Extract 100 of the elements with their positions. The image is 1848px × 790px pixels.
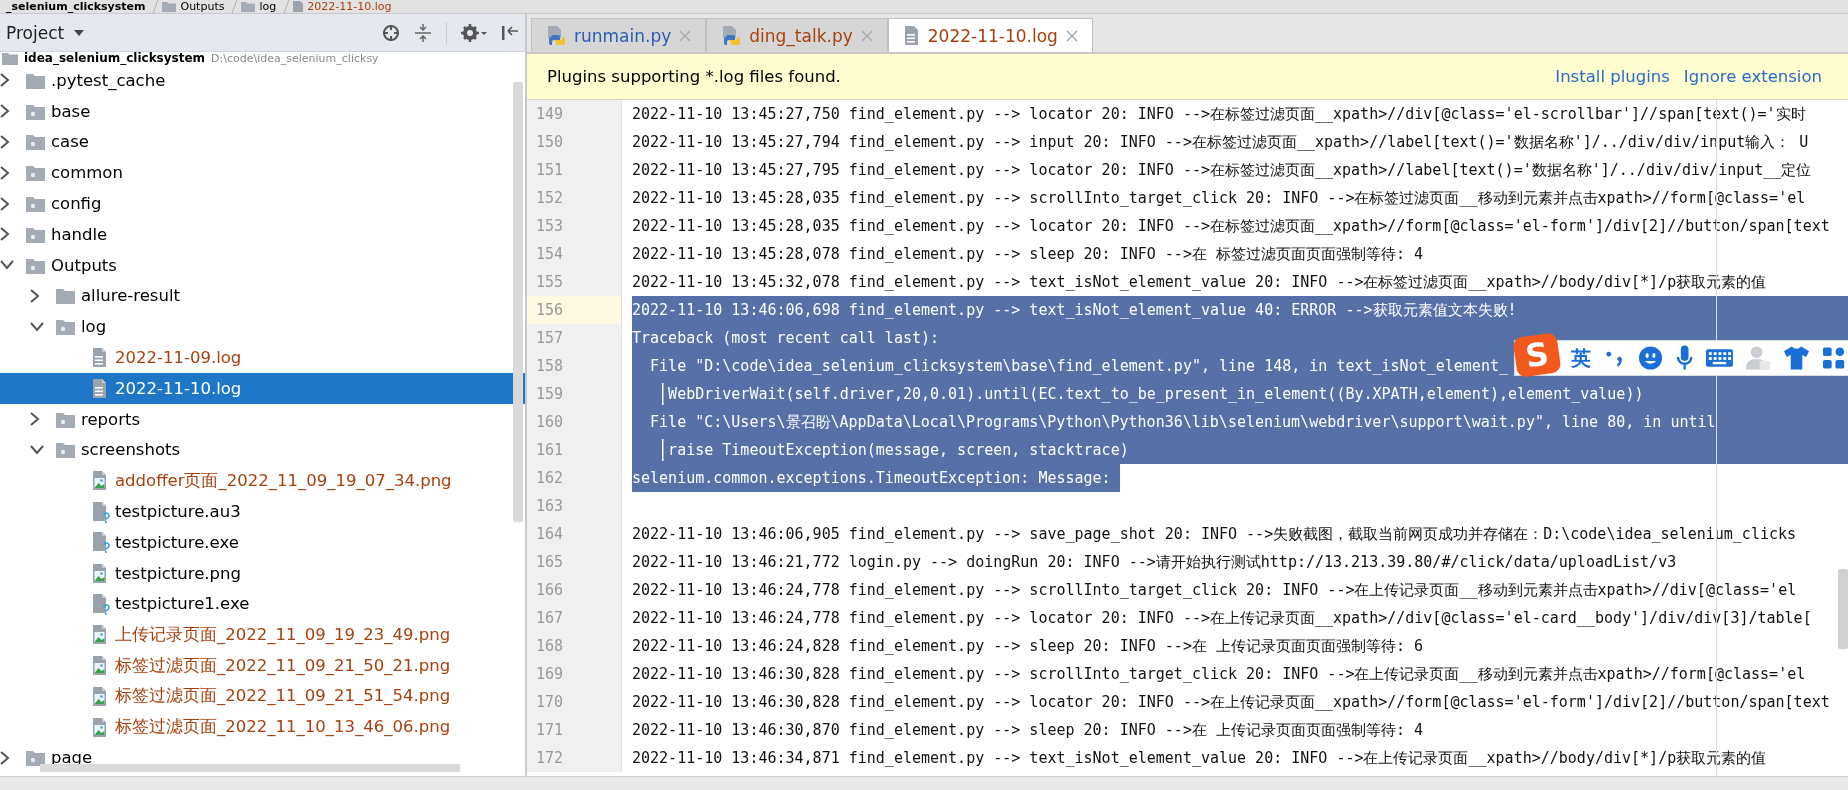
microphone-icon[interactable] bbox=[1675, 344, 1693, 372]
log-line: 2022-11-10 13:46:30,828 find_element.py --> scrollInto_target_click 20: INFO -->在上传记录页面__移动到元素并点击xpath>//form[@class='el bbox=[632, 664, 1806, 685]
tree-item[interactable]: testpicture.exe bbox=[0, 526, 525, 558]
editor-tab[interactable]: 2022-11-10.log bbox=[887, 18, 1093, 52]
line-number: 161 bbox=[527, 436, 622, 464]
image-file-icon bbox=[91, 470, 108, 492]
tree-item[interactable]: 2022-11-10.log bbox=[0, 372, 525, 404]
chevron-right-icon[interactable] bbox=[0, 73, 10, 88]
python-file-icon bbox=[721, 24, 742, 47]
line-number: 172 bbox=[527, 744, 622, 772]
text-file-icon bbox=[91, 347, 108, 369]
chevron-right-icon[interactable] bbox=[0, 135, 10, 149]
log-line: 2022-11-10 13:45:27,750 find_element.py --> locator 20: INFO -->在标签过滤页面__xpath>//div[@class='el-scrollbar']//span[text()='实时 bbox=[632, 104, 1806, 125]
chevron-right-icon[interactable] bbox=[0, 196, 10, 211]
tree-item[interactable]: 标签过滤页面_2022_11_10_13_46_06.png bbox=[0, 711, 525, 743]
text-file-icon bbox=[91, 377, 108, 399]
log-line: 2022-11-10 13:46:24,778 find_element.py --> locator 20: INFO -->在上传记录页面__xpath>//div[@class='el-card__body']/div/div[3]/table[ bbox=[632, 608, 1812, 629]
folder-icon bbox=[162, 1, 177, 12]
tree-item[interactable]: reports bbox=[0, 403, 525, 435]
tree-item[interactable]: screenshots bbox=[0, 434, 525, 466]
line-number: 167 bbox=[527, 604, 622, 632]
package-folder-icon bbox=[55, 440, 76, 460]
unknown-file-icon bbox=[91, 531, 110, 554]
crosshair-icon[interactable] bbox=[382, 23, 400, 42]
tree-item[interactable]: Outputs bbox=[0, 249, 525, 281]
breadcrumb[interactable]: Outputs bbox=[156, 0, 235, 13]
chevron-right-icon[interactable] bbox=[0, 165, 10, 180]
image-file-icon bbox=[91, 685, 108, 707]
chevron-down-icon[interactable] bbox=[30, 444, 44, 455]
banner-message: Plugins supporting *.log files found. bbox=[547, 67, 841, 86]
line-number: 162 bbox=[527, 464, 622, 492]
line-number: 168 bbox=[527, 632, 622, 660]
folder-icon bbox=[55, 286, 76, 306]
image-file-icon bbox=[91, 655, 108, 677]
unknown-file-icon bbox=[91, 500, 110, 523]
collapse-icon[interactable] bbox=[414, 23, 432, 42]
line-number: 150 bbox=[527, 128, 622, 156]
log-line: 2022-11-10 13:46:24,828 find_element.py --> sleep 20: INFO -->在 上传记录页面页面强制等待: 6 bbox=[632, 636, 1424, 657]
text-file-icon bbox=[902, 25, 920, 46]
shirt-icon[interactable] bbox=[1782, 345, 1810, 371]
chevron-down-icon[interactable] bbox=[30, 321, 44, 332]
tree-item[interactable]: base bbox=[0, 95, 525, 127]
package-folder-icon bbox=[25, 748, 46, 768]
tree-item[interactable]: common bbox=[0, 157, 525, 189]
tree-item[interactable]: idea_selenium_clicksystem bbox=[24, 52, 206, 65]
text-file-icon bbox=[293, 1, 304, 12]
settings-icon[interactable] bbox=[461, 23, 487, 42]
tree-item[interactable]: testpicture1.exe bbox=[0, 588, 525, 620]
package-folder-icon bbox=[25, 132, 46, 152]
chevron-right-icon[interactable] bbox=[0, 227, 10, 242]
log-line: 2022-11-10 13:45:27,795 find_element.py --> locator 20: INFO -->在标签过滤页面__xpath>//label[text()='数据名称']/../div/div/input__定位 bbox=[632, 160, 1812, 181]
tree-item[interactable]: testpicture.au3 bbox=[0, 496, 525, 527]
line-number: 170 bbox=[527, 688, 622, 716]
chevron-right-icon[interactable] bbox=[0, 104, 10, 119]
line-number: 159 bbox=[527, 380, 622, 408]
line-number: 153 bbox=[527, 212, 622, 240]
tree-item[interactable]: case bbox=[0, 126, 525, 158]
chevron-down-icon[interactable] bbox=[0, 260, 14, 271]
log-line: 2022-11-10 13:45:27,794 find_element.py --> input 20: INFO -->在标签过滤页面__xpath>//label[text()='数据名称']/../div/div/input输入： U bbox=[632, 132, 1809, 153]
line-number: 158 bbox=[527, 352, 622, 380]
line-number: 149 bbox=[527, 100, 622, 128]
tree-item[interactable]: addoffer页面_2022_11_09_19_07_34.png bbox=[0, 465, 525, 497]
line-number: 151 bbox=[527, 156, 622, 184]
line-number: 165 bbox=[527, 548, 622, 576]
line-number: 154 bbox=[527, 240, 622, 268]
line-number: 169 bbox=[527, 660, 622, 688]
tree-item[interactable]: log bbox=[0, 311, 525, 343]
log-line: 2022-11-10 13:46:30,870 find_element.py --> sleep 20: INFO -->在 上传记录页面页面强制等待: 4 bbox=[632, 720, 1424, 741]
line-number: 171 bbox=[527, 716, 622, 744]
tree-item[interactable]: 标签过滤页面_2022_11_09_21_51_54.png bbox=[0, 680, 525, 712]
log-line: 2022-11-10 13:46:24,778 find_element.py --> scrollInto_target_click 20: INFO -->在上传记录页面__移动到元素并点击xpath>//div[@class='el bbox=[632, 580, 1797, 601]
tree-item[interactable]: testpicture.png bbox=[0, 557, 525, 589]
chevron-right-icon[interactable] bbox=[0, 750, 10, 765]
line-number: 152 bbox=[527, 184, 622, 212]
view-selector[interactable]: Project bbox=[6, 22, 85, 43]
tree-item[interactable]: 标签过滤页面_2022_11_09_21_50_21.png bbox=[0, 650, 525, 681]
hide-panel-icon[interactable] bbox=[501, 24, 519, 41]
image-file-icon bbox=[91, 716, 108, 738]
link[interactable]: Ignore extension bbox=[1683, 67, 1822, 86]
python-file-icon bbox=[546, 24, 566, 47]
tree-item[interactable]: 2022-11-09.log bbox=[0, 342, 525, 373]
breadcrumb[interactable]: log bbox=[235, 0, 287, 13]
tree-item[interactable]: allure-result bbox=[0, 280, 525, 312]
tree-item[interactable]: handle bbox=[0, 219, 525, 250]
link[interactable]: Install plugins bbox=[1555, 67, 1670, 86]
editor-tab[interactable]: runmain.py bbox=[531, 18, 707, 52]
chevron-right-icon[interactable] bbox=[30, 288, 40, 303]
apps-icon[interactable] bbox=[1821, 346, 1845, 370]
line-number: 160 bbox=[527, 408, 622, 436]
tree-item[interactable]: .pytest_cache bbox=[0, 65, 525, 96]
editor-tab[interactable]: ding_talk.py bbox=[706, 18, 888, 52]
breadcrumb[interactable]: 2022-11-10.log bbox=[287, 0, 402, 13]
tree-item[interactable]: config bbox=[0, 188, 525, 219]
folder-icon bbox=[241, 1, 256, 12]
tree-item[interactable]: 上传记录页面_2022_11_09_19_23_49.png bbox=[0, 619, 525, 651]
breadcrumb[interactable]: _selenium_clicksystem bbox=[0, 0, 156, 13]
emoji-icon[interactable] bbox=[1638, 345, 1664, 371]
keyboard-icon[interactable] bbox=[1704, 347, 1734, 369]
chevron-right-icon[interactable] bbox=[30, 412, 40, 427]
package-folder-icon bbox=[25, 163, 46, 183]
